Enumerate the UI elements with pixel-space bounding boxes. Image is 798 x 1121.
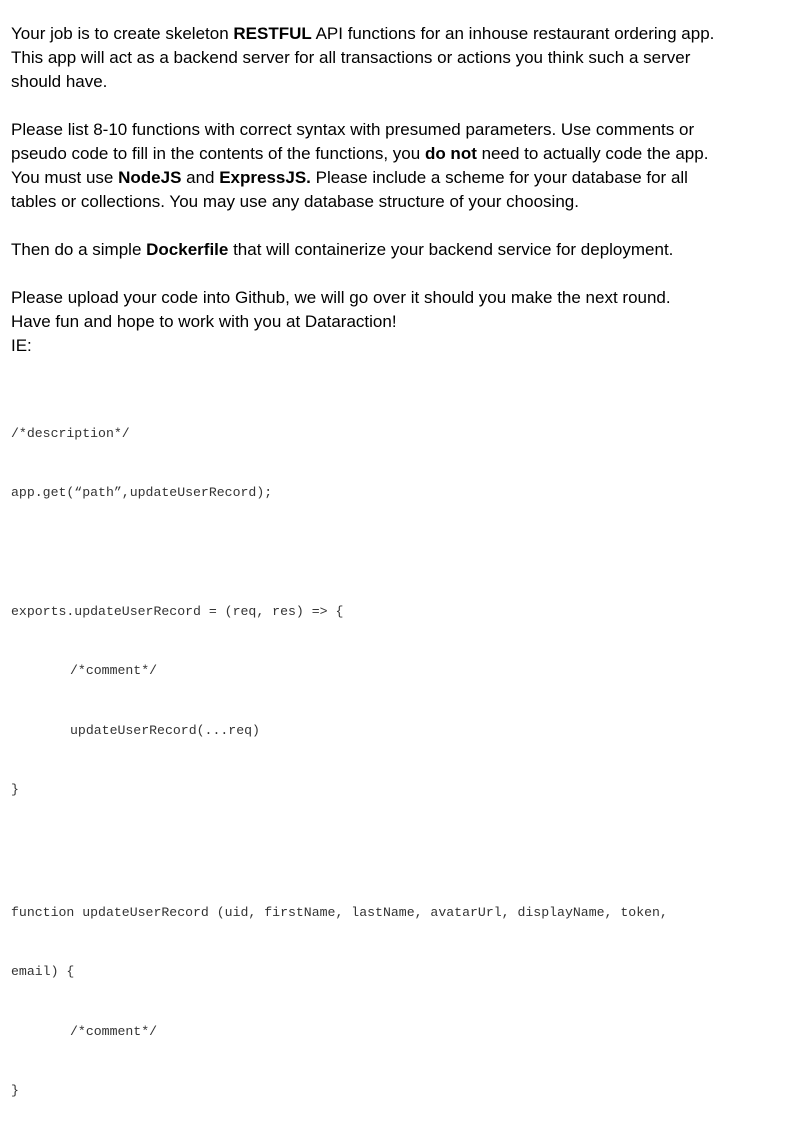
code-line: updateUserRecord(...req) [70,722,260,738]
text-line: Please upload your code into Github, we … [11,288,671,307]
bold-dockerfile: Dockerfile [146,240,229,259]
code-example: /*description*/ app.get(“path”,updateUse… [11,384,791,1121]
text-line: You must use NodeJS and ExpressJS. Pleas… [11,168,688,187]
paragraph-docker: Then do a simple Dockerfile that will co… [11,238,786,262]
text-line: tables or collections. You may use any d… [11,192,579,211]
paragraph-intro: Your job is to create skeleton RESTFUL A… [11,22,786,94]
bold-restful: RESTFUL [233,24,312,43]
text-line: pseudo code to fill in the contents of t… [11,144,709,163]
code-line: } [11,781,19,797]
text-line: should have. [11,72,108,91]
bold-do-not: do not [424,144,477,163]
code-line: email) { [11,964,75,980]
instructions-document: Your job is to create skeleton RESTFUL A… [11,22,786,358]
text-line: Have fun and hope to work with you at Da… [11,312,397,331]
text-line: IE: [11,336,32,355]
code-line: /*comment*/ [70,663,158,679]
text-line: This app will act as a backend server fo… [11,48,691,67]
code-line: exports.updateUserRecord = (req, res) =>… [11,603,344,619]
text-line: Then do a simple Dockerfile that will co… [11,240,674,259]
code-line: function updateUserRecord (uid, firstNam… [11,904,668,920]
bold-nodejs: NodeJS [118,168,182,187]
paragraph-upload: Please upload your code into Github, we … [11,286,786,358]
text-line: Please list 8-10 functions with correct … [11,120,695,139]
paragraph-requirements: Please list 8-10 functions with correct … [11,118,786,214]
text-line: Your job is to create skeleton RESTFUL A… [11,24,715,43]
bold-expressjs: ExpressJS. [219,168,311,187]
code-line: } [11,1083,19,1099]
code-line: /*comment*/ [70,1023,158,1039]
code-line: app.get(“path”,updateUserRecord); [11,484,273,500]
code-line: /*description*/ [11,425,130,441]
